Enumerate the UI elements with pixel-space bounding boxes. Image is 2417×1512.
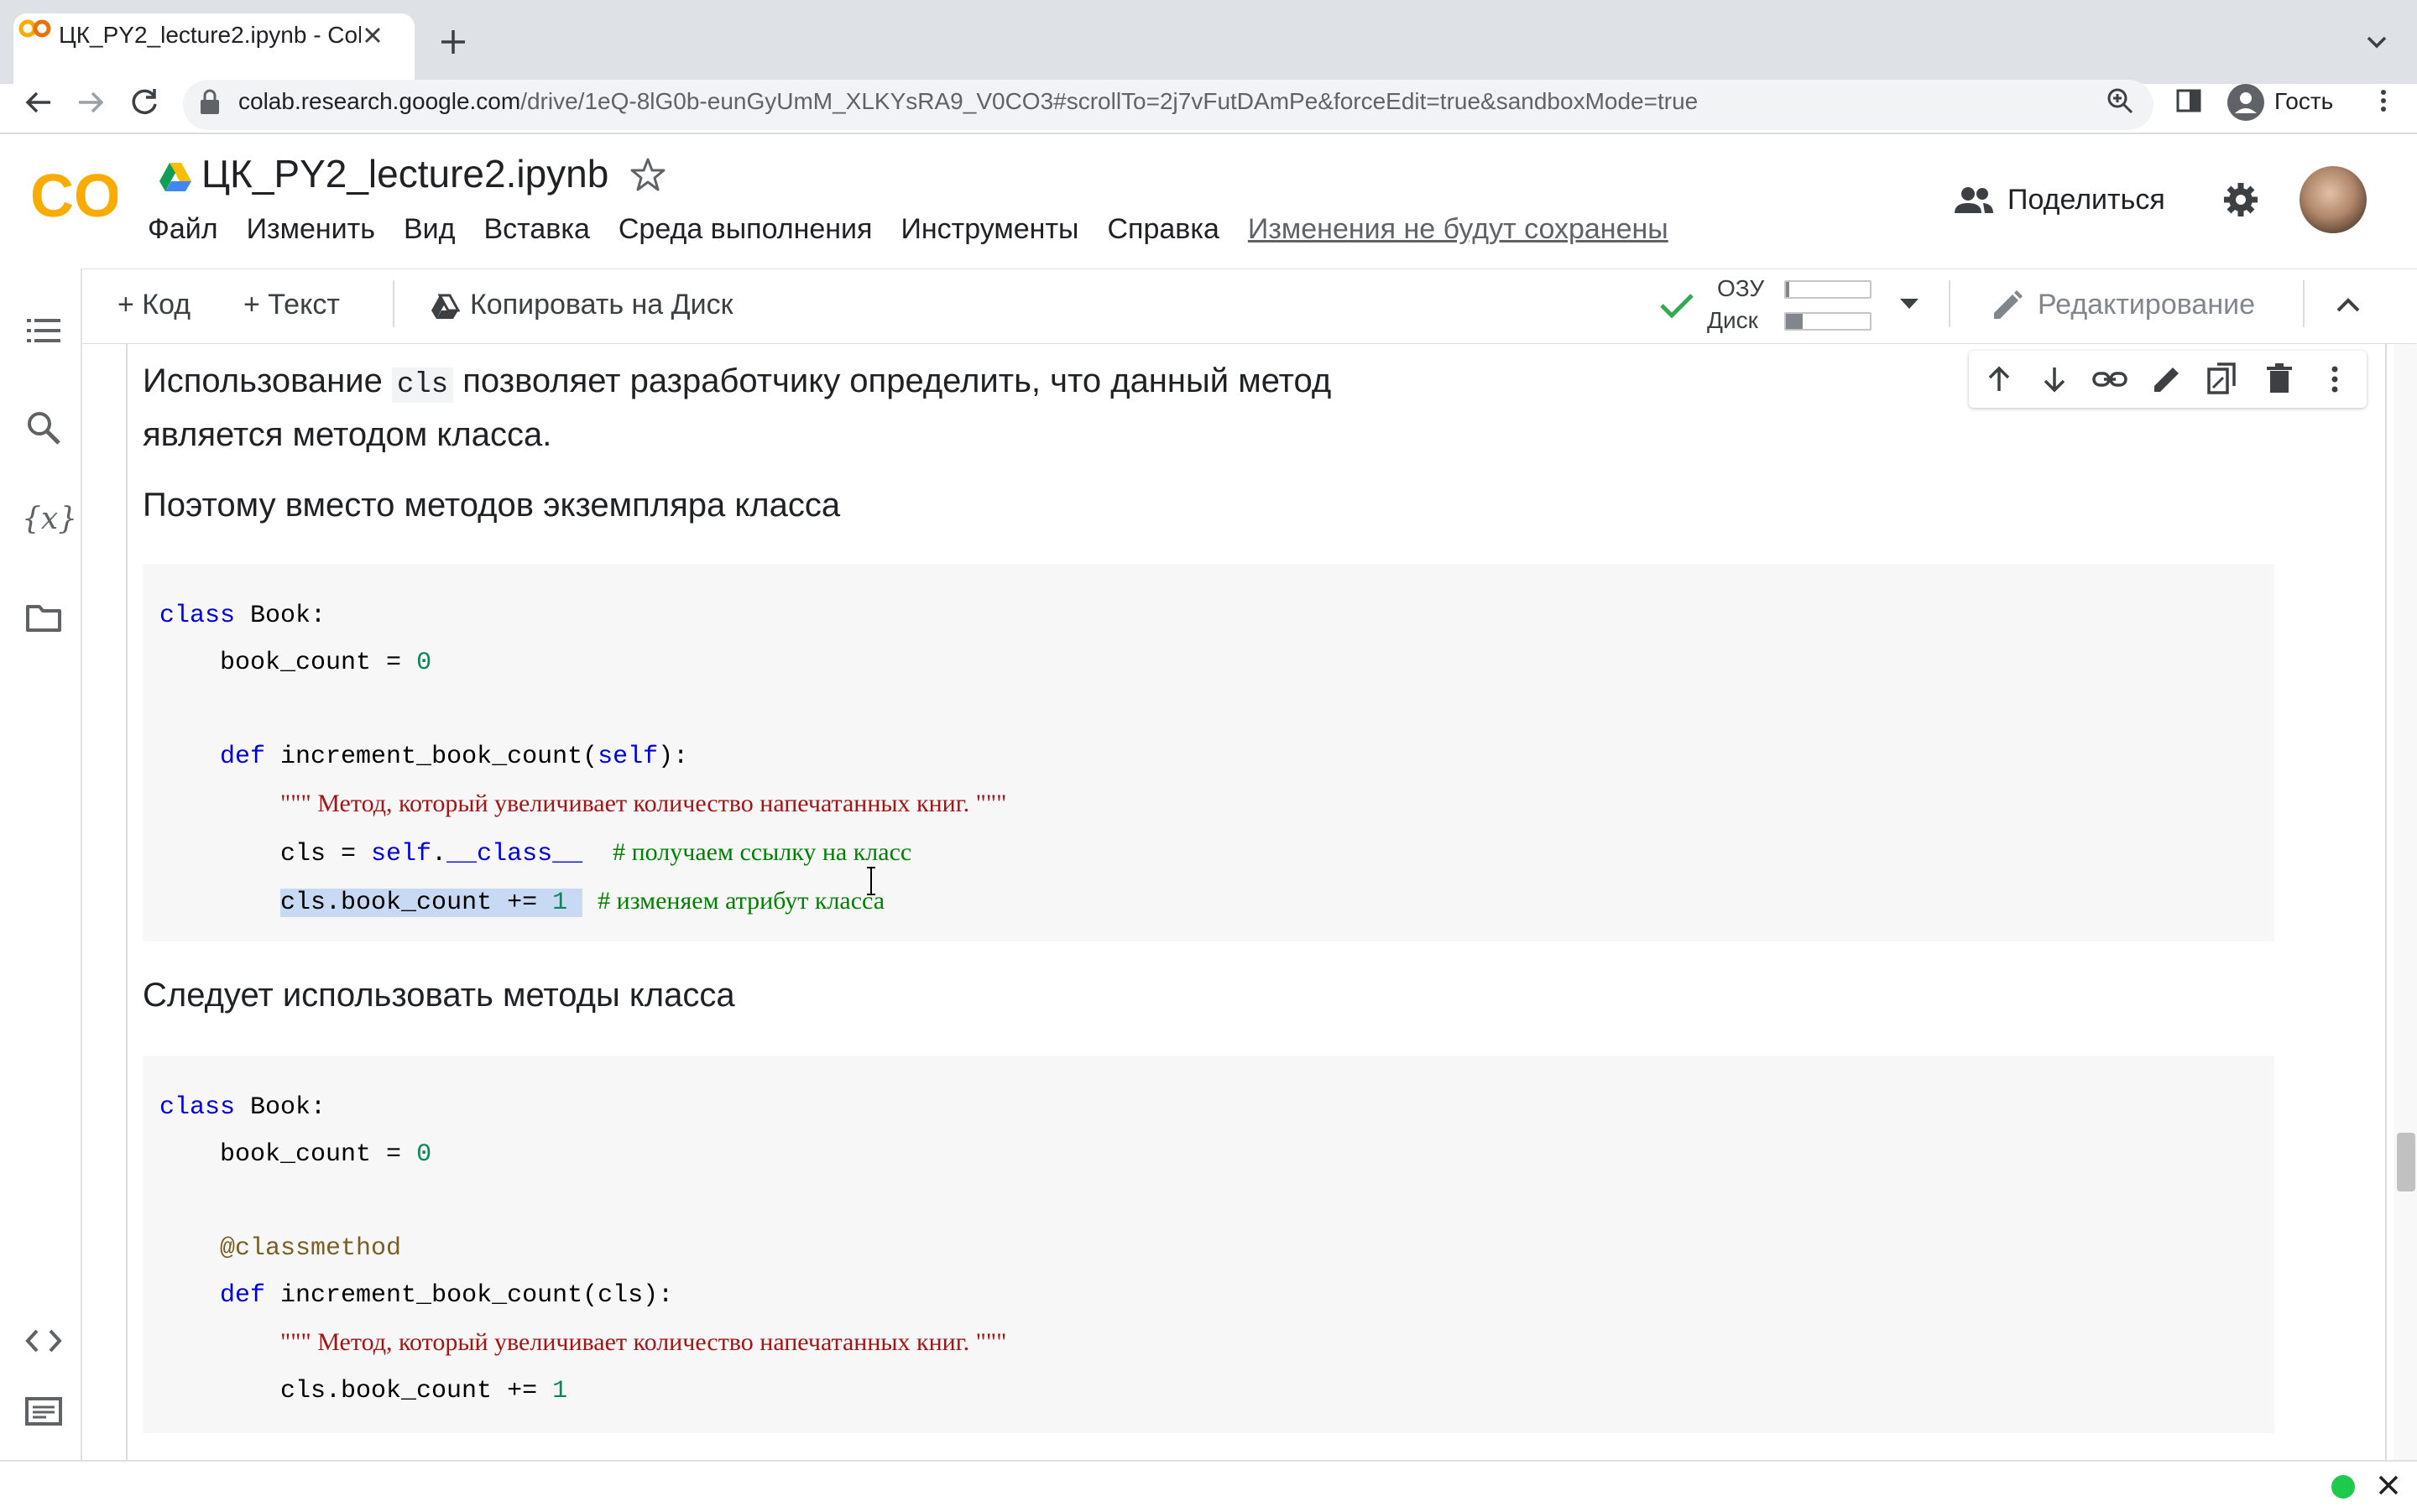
new-tab-icon[interactable]: [435, 23, 472, 60]
code-text: class Book: book_count = 0 def increment…: [159, 602, 1007, 917]
add-text-cell-button[interactable]: + Текст: [243, 289, 340, 321]
move-cell-up-icon[interactable]: [1981, 361, 2018, 398]
menu-insert[interactable]: Вставка: [483, 213, 589, 245]
reload-icon[interactable]: [124, 82, 164, 123]
menu-view[interactable]: Вид: [404, 213, 456, 245]
paragraph-text: Использование: [143, 362, 392, 399]
move-cell-down-icon[interactable]: [2036, 361, 2073, 398]
notebook-title[interactable]: ЦК_PY2_lecture2.ipynb: [201, 151, 608, 196]
disk-label: Диск: [1707, 307, 1758, 333]
disk-usage-meter[interactable]: [1784, 312, 1871, 331]
zoom-icon[interactable]: [2105, 86, 2135, 116]
table-of-contents-icon[interactable]: [25, 315, 62, 346]
unsaved-changes-link[interactable]: Изменения не будут сохранены: [1248, 213, 1668, 245]
add-code-cell-button[interactable]: + Код: [117, 289, 191, 321]
ram-usage-meter[interactable]: [1784, 280, 1871, 299]
variables-icon[interactable]: {x}: [22, 502, 77, 536]
resources-dropdown-icon[interactable]: [1897, 295, 1922, 312]
forward-arrow-icon[interactable]: [70, 82, 111, 123]
gear-icon[interactable]: [2222, 181, 2259, 218]
connected-check-icon[interactable]: [1658, 290, 1695, 321]
menu-help[interactable]: Справка: [1107, 213, 1219, 245]
tab-search-chevron-icon[interactable]: [2362, 27, 2392, 57]
url-text[interactable]: colab.research.google.com/drive/1eQ-8lG0…: [238, 88, 1698, 115]
toolbar-divider: [2303, 280, 2305, 327]
drive-icon: [430, 294, 460, 321]
status-indicator[interactable]: [2331, 1475, 2355, 1499]
tab-close-icon[interactable]: [358, 20, 388, 50]
code-snippets-icon[interactable]: [25, 1326, 62, 1356]
toolbar-divider: [1949, 280, 1950, 327]
text-cursor-icon: [864, 866, 878, 896]
status-bar: [0, 1460, 2417, 1512]
markdown-paragraph: Использование cls позволяет разработчику…: [143, 362, 1332, 403]
left-rail: [0, 269, 82, 1460]
chrome-menu-icon[interactable]: [2368, 86, 2399, 116]
edit-cell-pencil-icon[interactable]: [2148, 361, 2185, 398]
side-panel-icon[interactable]: [2174, 86, 2204, 116]
guest-label: Гость: [2274, 88, 2334, 114]
toolbar-divider: [393, 280, 394, 327]
menu-edit[interactable]: Изменить: [247, 213, 375, 245]
menu-file[interactable]: Файл: [148, 213, 218, 245]
star-icon[interactable]: [629, 156, 666, 193]
selected-text: cls.book_count += 1: [280, 889, 583, 917]
markdown-paragraph: Следует использовать методы класса: [143, 977, 735, 1014]
menu-tools[interactable]: Инструменты: [901, 213, 1078, 245]
pencil-icon: [1989, 289, 2024, 324]
folder-icon[interactable]: [25, 602, 62, 633]
url-path: /drive/1eQ-8lG0b-eunGyUmM_XLKYsRA9_V0CO3…: [520, 88, 1699, 114]
share-people-icon[interactable]: [1952, 185, 1996, 218]
code-block[interactable]: class Book: book_count = 0 @classmethod …: [143, 1056, 2274, 1433]
cell-toolbar: [1969, 351, 2367, 408]
tab-title: ЦК_PY2_lecture2.ipynb - Cola: [59, 22, 361, 48]
colab-logo[interactable]: CO: [30, 166, 117, 227]
colab-logo-text: CO: [30, 166, 117, 227]
mirror-cell-icon[interactable]: [2204, 361, 2241, 398]
collapse-header-chevron-icon[interactable]: [2331, 289, 2365, 322]
user-avatar[interactable]: [2300, 166, 2367, 233]
vertical-scrollbar[interactable]: [2394, 344, 2417, 1460]
menu-bar: Файл Изменить Вид Вставка Среда выполнения Ин…: [148, 213, 1668, 246]
url-host: colab.research.google.com: [238, 88, 521, 114]
edit-mode-button[interactable]: Редактирование: [2038, 289, 2255, 321]
lock-icon[interactable]: [196, 87, 223, 117]
colab-favicon-icon: [18, 18, 52, 39]
inline-code: cls: [391, 368, 454, 403]
guest-avatar-icon: [2226, 82, 2266, 123]
more-options-icon[interactable]: [2316, 361, 2353, 398]
google-drive-icon[interactable]: [158, 161, 193, 193]
back-arrow-icon[interactable]: [18, 82, 59, 123]
close-icon[interactable]: [2375, 1472, 2402, 1499]
delete-cell-trash-icon[interactable]: [2261, 361, 2298, 398]
link-icon[interactable]: [2091, 361, 2128, 398]
code-block[interactable]: class Book: book_count = 0 def increment…: [143, 564, 2274, 941]
paragraph-text: позволяет разработчику определить, что д…: [453, 362, 1332, 399]
chrome-divider: [0, 133, 2417, 134]
ram-label: ОЗУ: [1717, 275, 1765, 301]
disk-meter-fill: [1786, 314, 1803, 329]
markdown-paragraph: является методом класса.: [143, 416, 552, 453]
copy-to-drive-button[interactable]: Копировать на Диск: [470, 289, 733, 321]
search-icon[interactable]: [25, 409, 62, 446]
terminal-icon[interactable]: [25, 1396, 62, 1426]
ram-meter-fill: [1786, 282, 1789, 297]
scrollbar-thumb[interactable]: [2397, 1133, 2415, 1191]
menu-runtime[interactable]: Среда выполнения: [619, 213, 873, 245]
share-button[interactable]: Поделиться: [2007, 184, 2165, 216]
code-text: class Book: book_count = 0 @classmethod …: [159, 1093, 1007, 1405]
markdown-paragraph: Поэтому вместо методов экземпляра класса: [143, 487, 841, 524]
